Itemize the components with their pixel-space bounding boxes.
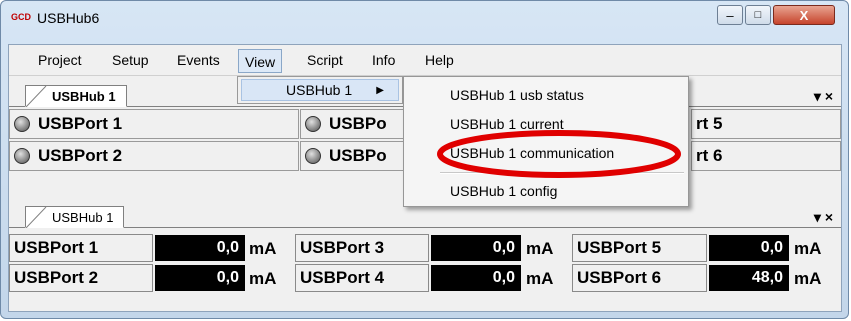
- led-indicator-icon: [305, 116, 321, 132]
- port-status-cell: USBPort 2: [9, 141, 299, 171]
- port-current-label: USBPort 3: [295, 234, 429, 262]
- menu-project[interactable]: Project: [36, 52, 84, 68]
- tab-usbhub1-status[interactable]: USBHub 1: [25, 85, 127, 107]
- submenu-arrow-icon: ▶: [376, 85, 384, 96]
- close-icon: X: [799, 7, 809, 23]
- port-current-value: 48,0: [709, 265, 789, 291]
- port-status-cell: USBPort 1: [9, 109, 299, 139]
- tab-label: USBHub 1: [52, 210, 114, 225]
- panel-dropdown-close-icon[interactable]: ▾ ×: [814, 209, 833, 226]
- port-current-value: 0,0: [431, 235, 521, 261]
- menu-info[interactable]: Info: [370, 52, 397, 68]
- port-label: rt 5: [696, 114, 723, 133]
- tab-usbhub1-current[interactable]: USBHub 1: [25, 206, 125, 228]
- maximize-button[interactable]: □: [745, 5, 771, 25]
- minimize-icon: –: [726, 7, 734, 23]
- unit-label: mA: [526, 239, 554, 258]
- tab-slant-icon: [26, 207, 47, 228]
- port-current-value: 0,0: [155, 265, 245, 291]
- led-indicator-icon: [14, 148, 30, 164]
- port-current-label: USBPort 4: [295, 264, 429, 292]
- port-status-cell: rt 6: [691, 141, 841, 171]
- menu-events[interactable]: Events: [175, 52, 222, 68]
- port-status-cell: rt 5: [691, 109, 841, 139]
- maximize-icon: □: [754, 9, 762, 21]
- port-label: rt 6: [696, 146, 723, 165]
- unit-label: mA: [526, 269, 554, 288]
- unit-label: mA: [249, 269, 277, 288]
- dropdown-item-usb-status[interactable]: USBHub 1 usb status: [450, 87, 584, 103]
- close-button[interactable]: X: [773, 5, 835, 25]
- panel-dropdown-close-icon[interactable]: ▾ ×: [814, 88, 833, 105]
- port-current-value: 0,0: [155, 235, 245, 261]
- app-logo-icon: GCD: [11, 12, 31, 22]
- menu-view[interactable]: View: [238, 49, 283, 73]
- port-label: USBPo: [329, 114, 387, 133]
- led-indicator-icon: [14, 116, 30, 132]
- port-current-label: USBPort 6: [572, 264, 707, 292]
- window-title: USBHub6: [37, 10, 100, 26]
- unit-label: mA: [794, 269, 822, 288]
- led-indicator-icon: [305, 148, 321, 164]
- port-current-label: USBPort 2: [9, 264, 153, 292]
- menu-script[interactable]: Script: [305, 52, 345, 68]
- dropdown-item-config[interactable]: USBHub 1 config: [450, 183, 557, 199]
- minimize-button[interactable]: –: [717, 5, 743, 25]
- highlight-ellipse-annotation: [437, 130, 681, 178]
- tab-slant-icon: [26, 86, 47, 107]
- submenu-label: USBHub 1: [286, 82, 353, 98]
- unit-label: mA: [794, 239, 822, 258]
- port-current-value: 0,0: [431, 265, 521, 291]
- port-label: USBPort 2: [38, 146, 123, 165]
- view-menu-popup: USBHub 1 ▶: [237, 76, 403, 104]
- port-current-label: USBPort 1: [9, 234, 153, 262]
- port-status-cell: USBPo: [300, 141, 406, 171]
- tab-label: USBHub 1: [52, 89, 116, 104]
- port-current-value: 0,0: [709, 235, 789, 261]
- port-status-cell: USBPo: [300, 109, 406, 139]
- title-bar: GCD USBHub6 – □ X: [1, 1, 848, 35]
- view-submenu-usbhub1[interactable]: USBHub 1 ▶: [241, 79, 399, 101]
- port-current-label: USBPort 5: [572, 234, 707, 262]
- port-label: USBPort 1: [38, 114, 123, 133]
- unit-label: mA: [249, 239, 277, 258]
- menu-setup[interactable]: Setup: [110, 52, 151, 68]
- menu-bar: Project Setup Events View Script Info He…: [9, 45, 841, 76]
- port-label: USBPo: [329, 146, 387, 165]
- menu-help[interactable]: Help: [423, 52, 456, 68]
